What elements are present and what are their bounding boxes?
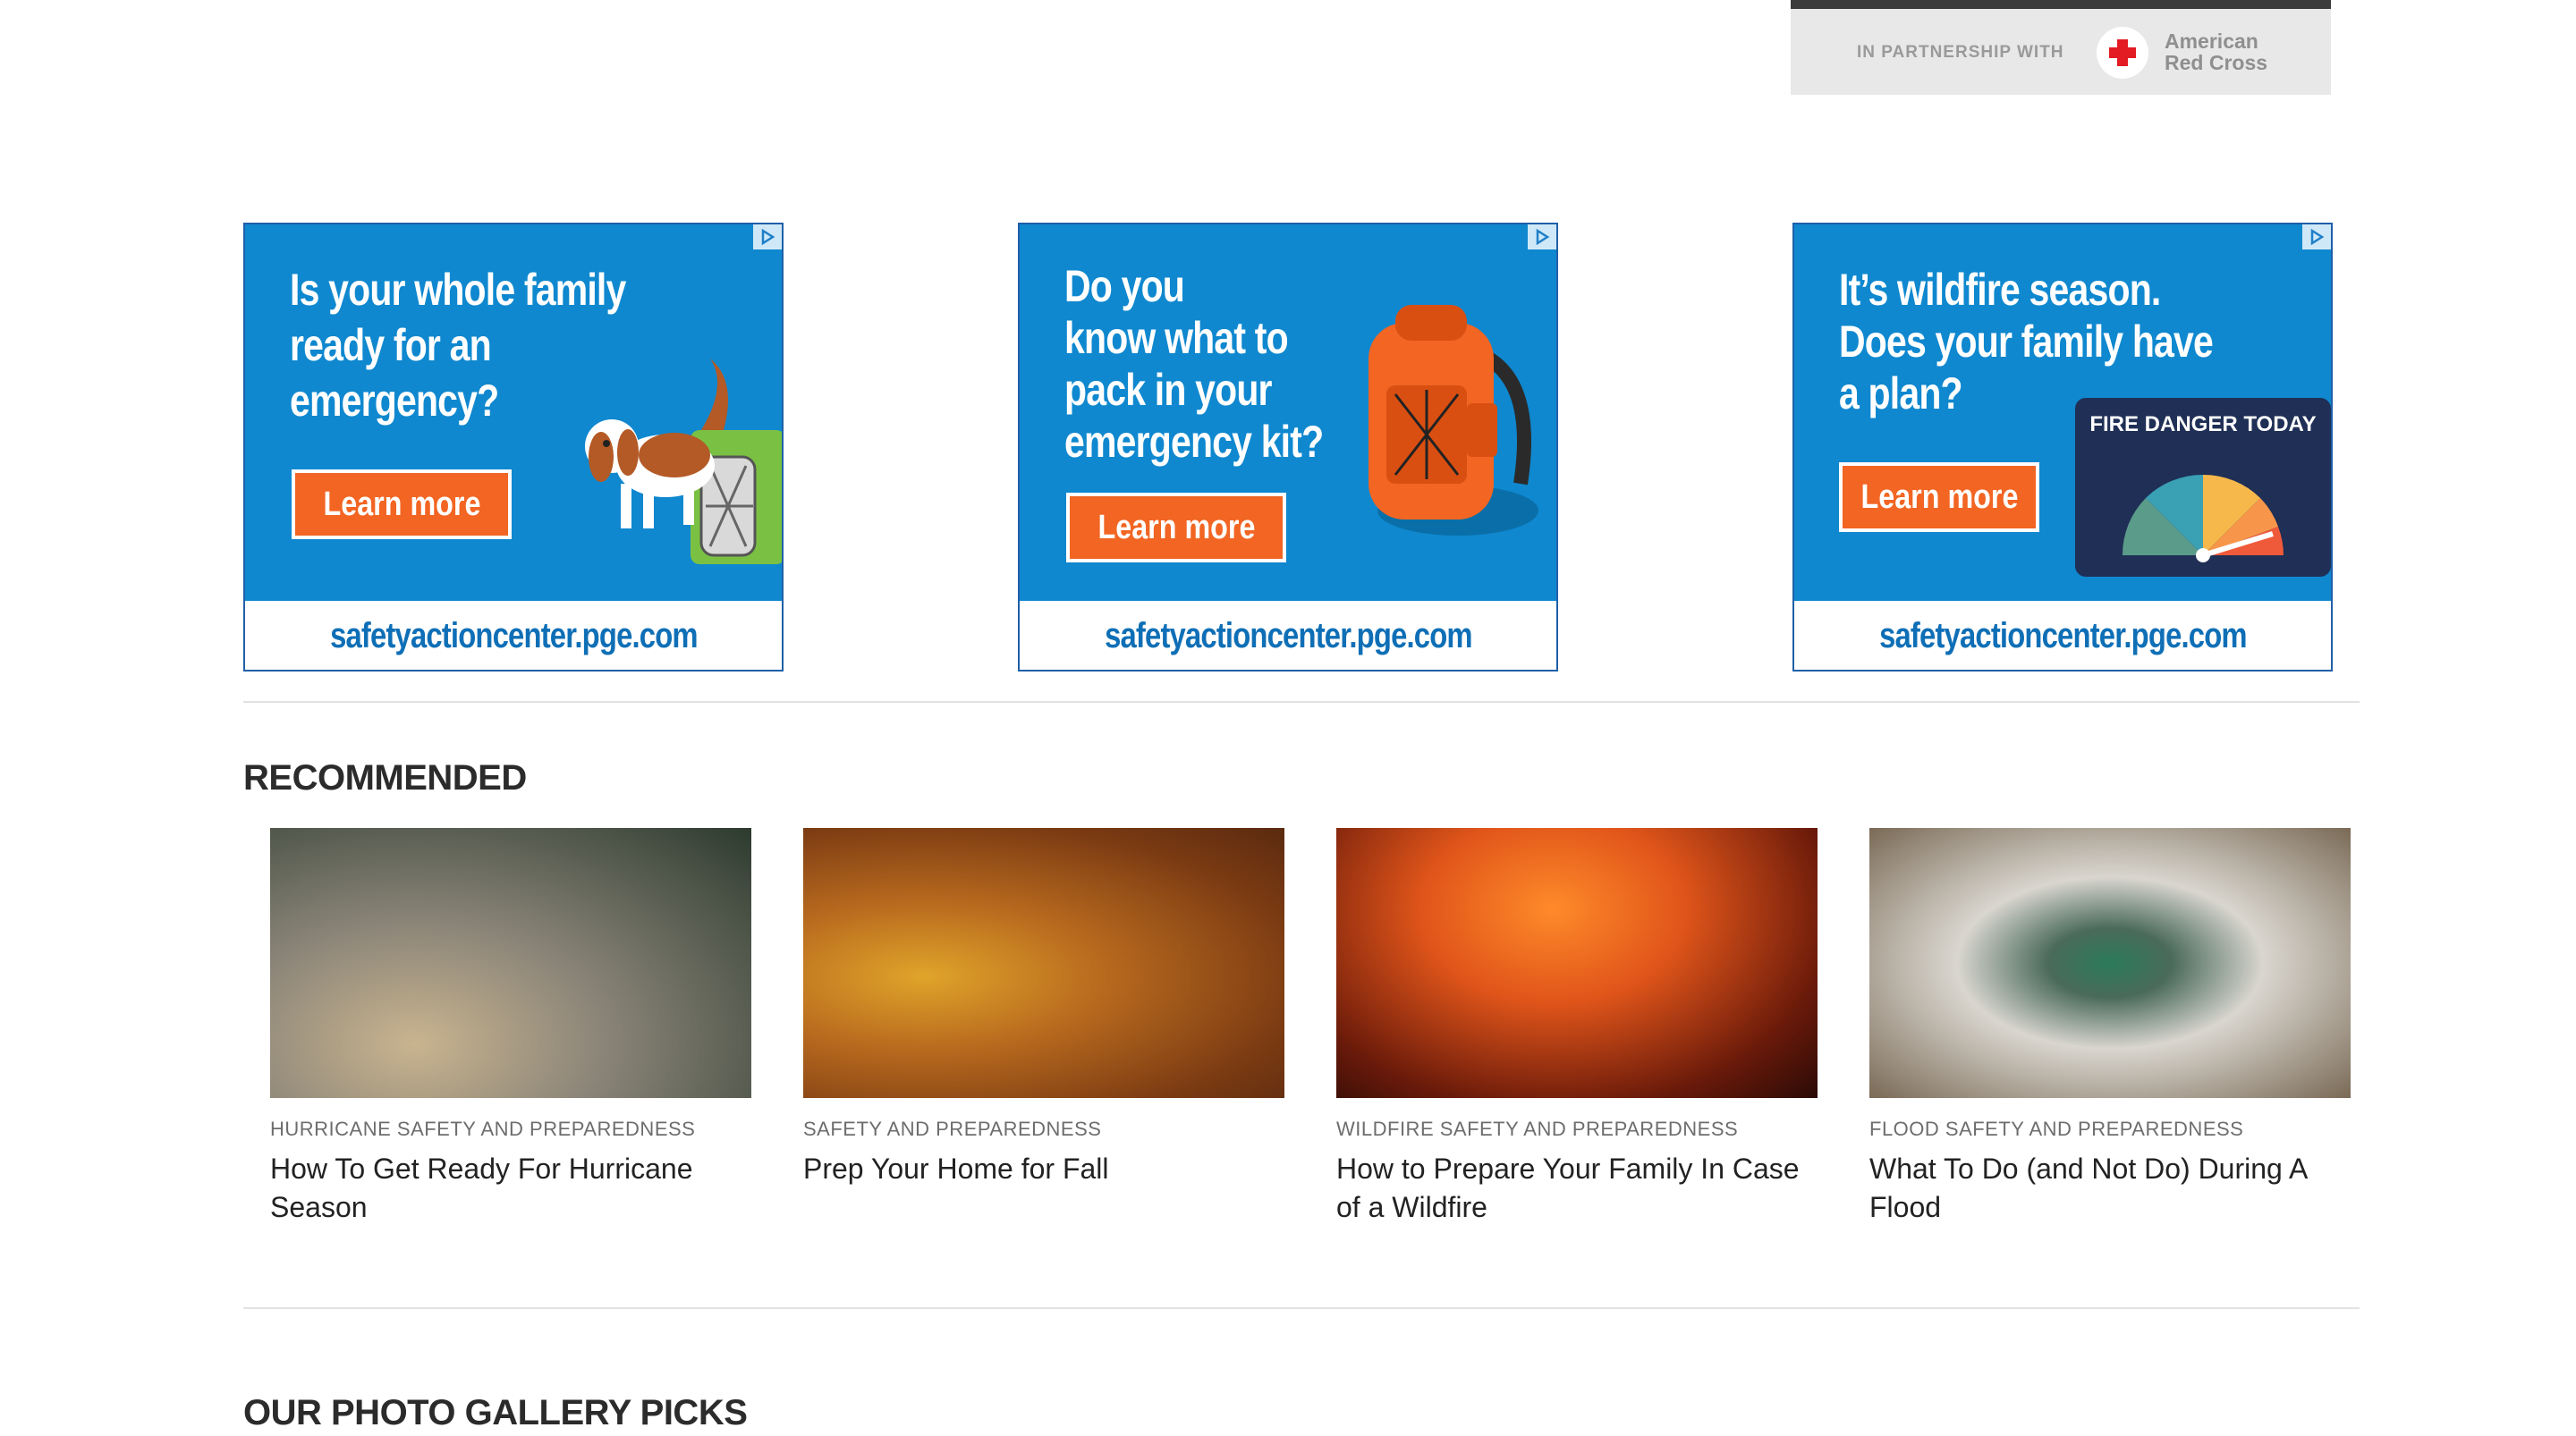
ad-headline: It’s wildfire season. Does your family h… [1839, 265, 2214, 418]
backpack-icon [1368, 305, 1538, 536]
ad-family-emergency[interactable]: Is your whole family ready for an emerge… [243, 223, 784, 672]
fire-danger-gauge: FIRE DANGER TODAY [2075, 398, 2331, 577]
partnership-banner[interactable]: IN PARTNERSHIP WITH American Red Cross [1791, 0, 2331, 95]
card-image[interactable] [270, 828, 751, 1098]
card-category[interactable]: WILDFIRE SAFETY AND PREPAREDNESS [1336, 1118, 1818, 1141]
learn-more-label: Learn more [1860, 477, 2018, 516]
card-image[interactable] [1869, 828, 2351, 1098]
ad-url[interactable]: safetyactioncenter.pge.com [245, 601, 782, 670]
ad-emergency-kit[interactable]: Do you know what to pack in your emergen… [1018, 223, 1558, 672]
card-title[interactable]: Prep Your Home for Fall [803, 1150, 1284, 1188]
learn-more-label: Learn more [1097, 508, 1255, 546]
section-divider [243, 701, 2360, 703]
learn-more-label: Learn more [323, 485, 480, 523]
gauge-icon [2122, 474, 2284, 562]
recommended-card[interactable]: HURRICANE SAFETY AND PREPAREDNESS How To… [270, 828, 751, 1227]
ad-url[interactable]: safetyactioncenter.pge.com [1020, 601, 1556, 670]
ad-url-text: safetyactioncenter.pge.com [1104, 616, 1473, 655]
banner-photo-edge [1791, 0, 2331, 9]
adchoices-icon[interactable] [1528, 224, 1556, 249]
card-category[interactable]: FLOOD SAFETY AND PREPAREDNESS [1869, 1118, 2351, 1141]
ad-url-text: safetyactioncenter.pge.com [329, 616, 699, 655]
ad-headline: Do you know what to pack in your emergen… [1064, 261, 1324, 467]
gallery-heading: OUR PHOTO GALLERY PICKS [243, 1393, 748, 1432]
card-image[interactable] [803, 828, 1284, 1098]
learn-more-button[interactable]: Learn more [292, 469, 512, 539]
ad-url[interactable]: safetyactioncenter.pge.com [1794, 601, 2331, 670]
ad-url-text: safetyactioncenter.pge.com [1878, 616, 2248, 655]
card-title[interactable]: How to Prepare Your Family In Case of a … [1336, 1150, 1818, 1227]
partnership-label: IN PARTNERSHIP WITH [1857, 43, 2064, 62]
adchoices-icon[interactable] [753, 224, 782, 249]
ad-wildfire-plan[interactable]: It’s wildfire season. Does your family h… [1792, 223, 2333, 672]
gauge-title: FIRE DANGER TODAY [2089, 412, 2317, 436]
recommended-card[interactable]: FLOOD SAFETY AND PREPAREDNESS What To Do… [1869, 828, 2351, 1227]
adchoices-icon[interactable] [2302, 224, 2331, 249]
card-title[interactable]: How To Get Ready For Hurricane Season [270, 1150, 751, 1227]
partner-org-name: American Red Cross [2165, 30, 2268, 74]
red-cross-logo-icon [2097, 27, 2148, 79]
recommended-card[interactable]: SAFETY AND PREPAREDNESS Prep Your Home f… [803, 828, 1284, 1188]
learn-more-button[interactable]: Learn more [1066, 493, 1286, 562]
dog-icon [585, 359, 782, 564]
recommended-heading: RECOMMENDED [243, 758, 527, 798]
section-divider [243, 1307, 2360, 1309]
recommended-card[interactable]: WILDFIRE SAFETY AND PREPAREDNESS How to … [1336, 828, 1818, 1227]
card-category[interactable]: SAFETY AND PREPAREDNESS [803, 1118, 1284, 1141]
learn-more-button[interactable]: Learn more [1839, 462, 2039, 532]
card-title[interactable]: What To Do (and Not Do) During A Flood [1869, 1150, 2351, 1227]
card-image[interactable] [1336, 828, 1818, 1098]
card-category[interactable]: HURRICANE SAFETY AND PREPAREDNESS [270, 1118, 751, 1141]
